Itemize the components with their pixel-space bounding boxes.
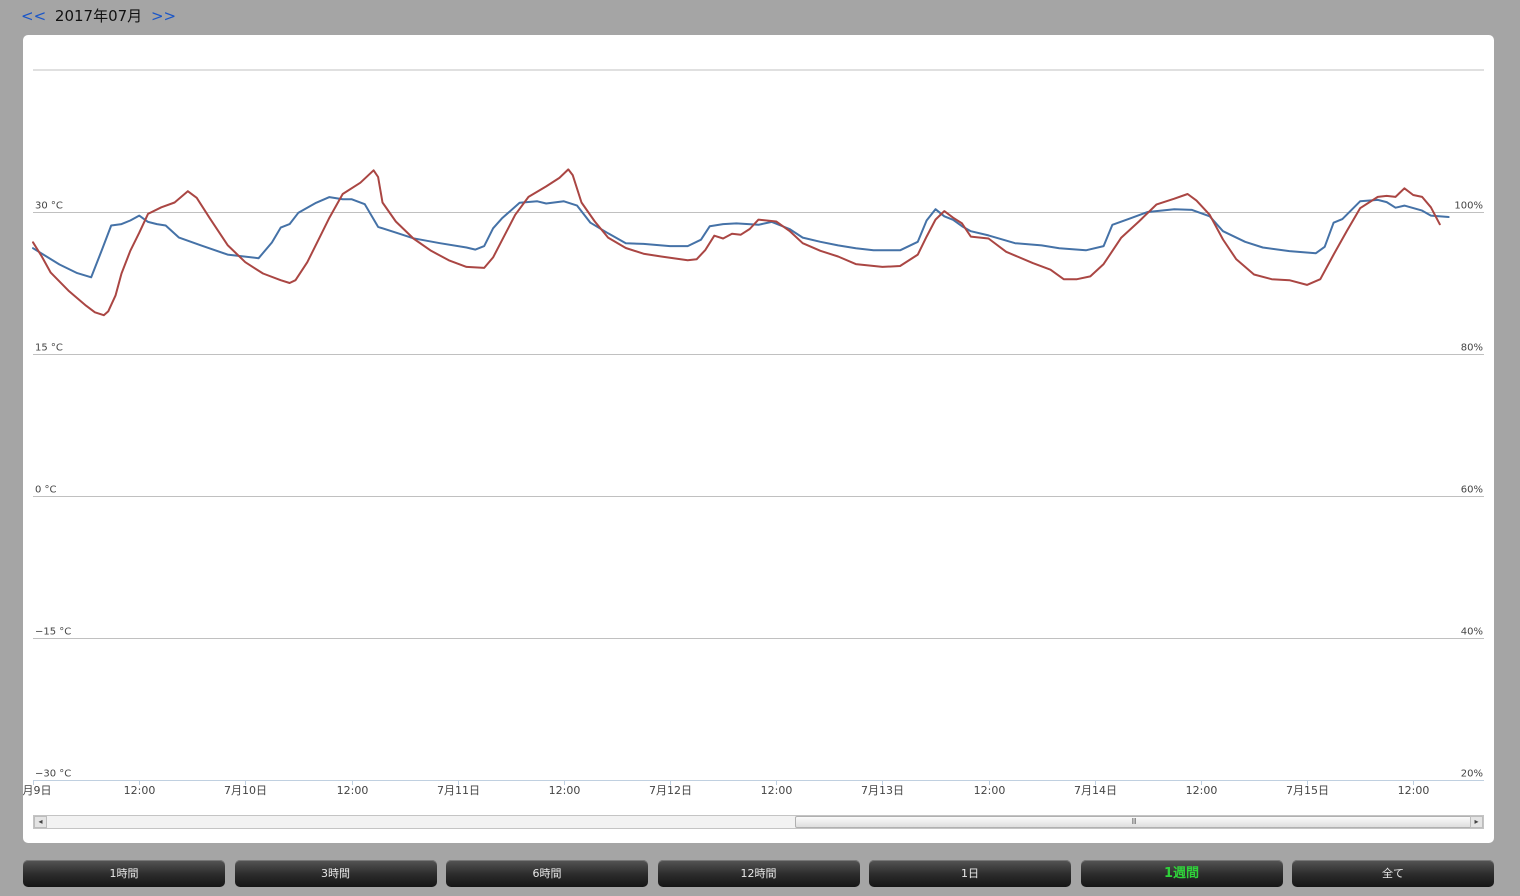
range-button-6h[interactable]: 6時間: [446, 860, 648, 887]
y-right-tick-label: 80%: [1461, 343, 1483, 354]
x-tick-label: 12:00: [1398, 784, 1430, 797]
range-button-1d[interactable]: 1日: [869, 860, 1071, 887]
line-chart[interactable]: −30 °C −15 °C 0 °C 15 °C 30 °C 20% 40% 60% 80% 10…: [23, 35, 1494, 843]
x-tick-label: 7月12日: [649, 784, 692, 797]
range-button-12h[interactable]: 12時間: [657, 860, 860, 887]
x-tick-label: 12:00: [124, 784, 156, 797]
y-left-tick-label: 30 °C: [35, 201, 63, 212]
range-selector: 1時間 3時間 6時間 12時間 1日 1週間 全て: [23, 860, 1494, 887]
x-tick-label: 7月15日: [1286, 784, 1329, 797]
y-left-tick-label: 0 °C: [35, 485, 57, 496]
y-right-tick-label: 20%: [1461, 769, 1483, 780]
next-month-link[interactable]: >>: [151, 7, 176, 25]
chart-panel: −30 °C −15 °C 0 °C 15 °C 30 °C 20% 40% 60% 80% 10…: [23, 35, 1494, 843]
range-button-all[interactable]: 全て: [1292, 860, 1494, 887]
series-line-2: [32, 168, 1441, 317]
series-line-1: [32, 196, 1450, 279]
y-left-tick-label: −30 °C: [35, 769, 71, 780]
scroll-right-arrow-icon[interactable]: ▸: [1470, 816, 1483, 828]
x-tick-label: 12:00: [549, 784, 581, 797]
chart-scrollbar[interactable]: ◂ III ▸: [33, 815, 1484, 829]
x-tick-label: 7月14日: [1074, 784, 1117, 797]
range-button-1h[interactable]: 1時間: [23, 860, 225, 887]
scroll-left-arrow-icon[interactable]: ◂: [34, 816, 47, 828]
x-tick-label: 7月11日: [437, 784, 480, 797]
y-right-tick-label: 100%: [1454, 201, 1483, 212]
x-tick-label: 12:00: [1186, 784, 1218, 797]
prev-month-link[interactable]: <<: [21, 7, 46, 25]
scrollbar-thumb[interactable]: III: [795, 816, 1472, 828]
y-right-tick-label: 40%: [1461, 627, 1483, 638]
range-button-1w[interactable]: 1週間: [1080, 860, 1283, 887]
y-left-tick-label: 15 °C: [35, 343, 63, 354]
month-navigation: << 2017年07月 >>: [21, 5, 176, 27]
y-right-tick-label: 60%: [1461, 485, 1483, 496]
x-tick-label: 12:00: [337, 784, 369, 797]
x-tick-label: 12:00: [974, 784, 1006, 797]
x-tick-label: 7月9日: [23, 784, 52, 797]
y-left-tick-label: −15 °C: [35, 627, 71, 638]
x-tick-label: 7月10日: [224, 784, 267, 797]
x-tick-label: 12:00: [761, 784, 793, 797]
x-tick-label: 7月13日: [861, 784, 904, 797]
current-month-label: 2017年07月: [54, 7, 143, 25]
range-button-3h[interactable]: 3時間: [234, 860, 437, 887]
